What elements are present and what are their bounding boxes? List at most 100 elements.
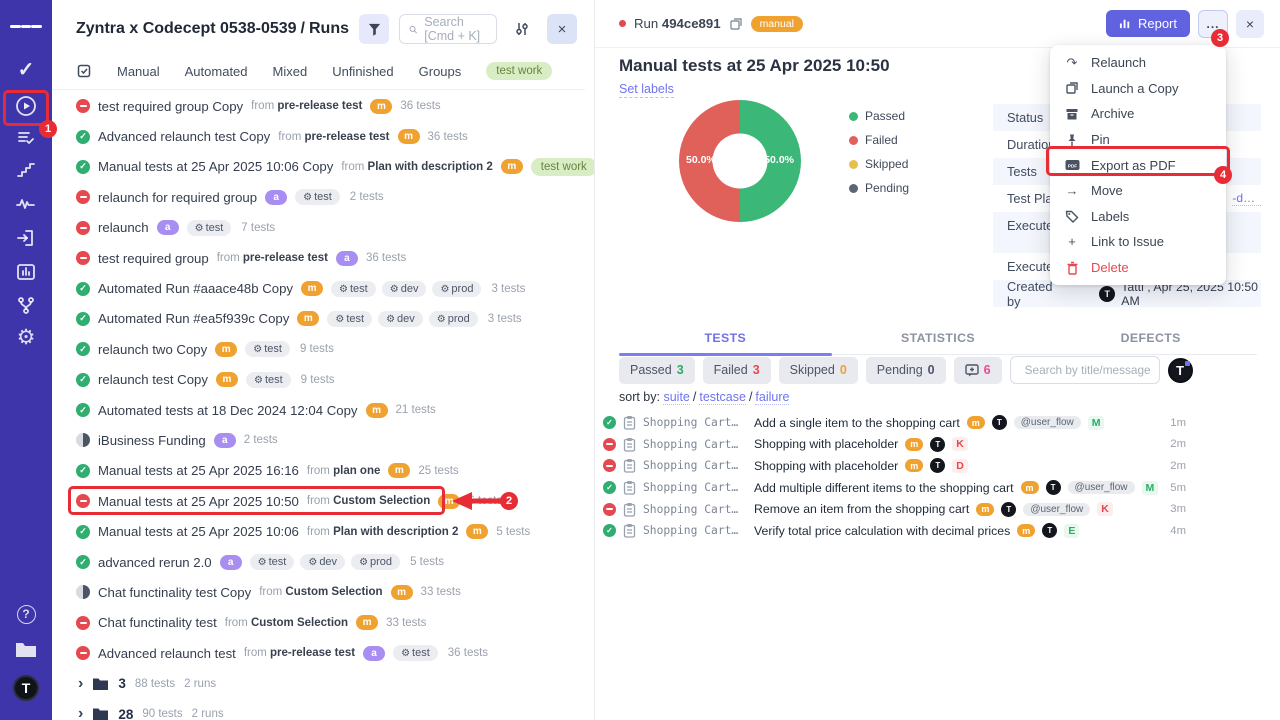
test-row[interactable]: Shopping Cart… Add multiple different it… — [595, 477, 1280, 499]
menu-icon[interactable] — [10, 12, 42, 40]
menu-item-export-as-pdf[interactable]: PDF Export as PDF — [1050, 152, 1226, 178]
detail-tab-statistics[interactable]: STATISTICS — [832, 325, 1045, 354]
tests-search-input[interactable]: Search by title/message — [1010, 356, 1160, 384]
filter-chip-passed[interactable]: Passed3 — [619, 357, 695, 384]
run-list-item[interactable]: relaunch for required group a ⚙test 2 te… — [52, 182, 575, 212]
close-detail-button[interactable]: × — [1236, 10, 1264, 38]
run-list-item[interactable]: test required group from pre-release tes… — [52, 243, 575, 273]
menu-item-launch-a-copy[interactable]: Launch a Copy — [1050, 76, 1226, 102]
testcase-icon — [623, 523, 636, 538]
test-row[interactable]: Shopping Cart… Shopping with placeholder… — [595, 455, 1280, 477]
run-tests-count: 6 tests — [468, 495, 502, 507]
run-list-item[interactable]: relaunch a ⚙test 7 tests — [52, 213, 575, 243]
help-icon[interactable]: ? — [10, 600, 42, 628]
adjustments-button[interactable] — [507, 14, 537, 44]
test-status-icon — [603, 416, 616, 429]
chevron-right-icon[interactable]: › — [78, 676, 83, 692]
play-circle-icon[interactable] — [10, 92, 42, 120]
copy-run-id-icon[interactable] — [729, 17, 743, 31]
runs-tab-manual[interactable]: Manual — [117, 64, 160, 79]
test-duration: 4m — [1170, 525, 1186, 537]
run-name: Advanced relaunch test — [98, 646, 236, 661]
run-list-item[interactable]: Advanced relaunch test from pre-release … — [52, 638, 575, 668]
steps-icon[interactable] — [10, 157, 42, 185]
branch-icon[interactable] — [10, 292, 42, 320]
run-name: Manual tests at 25 Apr 2025 10:06 — [98, 524, 299, 539]
env-chip-test: ⚙test — [331, 281, 376, 297]
run-list-item[interactable]: Chat functinality test from Custom Selec… — [52, 608, 575, 638]
sort-link-suite[interactable]: suite — [663, 390, 689, 405]
run-list-item[interactable]: Manual tests at 25 Apr 2025 10:06 Copy f… — [52, 152, 575, 182]
run-list-item[interactable]: Manual tests at 25 Apr 2025 16:16 from p… — [52, 456, 575, 486]
summary-link-value[interactable]: -d… — [1232, 191, 1261, 206]
runs-tab-automated[interactable]: Automated — [185, 64, 248, 79]
test-row[interactable]: Shopping Cart… Remove an item from the s… — [595, 498, 1280, 520]
run-list-item[interactable]: Automated tests at 18 Dec 2024 12:04 Cop… — [52, 395, 575, 425]
test-row[interactable]: Shopping Cart… Shopping with placeholder… — [595, 434, 1280, 456]
run-plan-origin: from pre-release test — [278, 131, 389, 143]
select-all-icon[interactable] — [76, 63, 92, 79]
detail-tab-tests[interactable]: TESTS — [619, 325, 832, 354]
run-tests-count: 36 tests — [366, 252, 406, 264]
copy-icon — [1064, 81, 1080, 95]
search-icon — [409, 23, 417, 36]
run-group-row[interactable]: › 3 88 tests 2 runs — [52, 668, 575, 698]
run-list-item[interactable]: relaunch test Copy m ⚙test 9 tests — [52, 365, 575, 395]
test-list-icon[interactable] — [10, 124, 42, 152]
gear-icon[interactable]: ⚙ — [10, 323, 42, 351]
run-list-item[interactable]: Manual tests at 25 Apr 2025 10:06 from P… — [52, 516, 575, 546]
runs-search-input[interactable]: Search [Cmd + K] — [399, 14, 497, 44]
pulse-icon[interactable] — [10, 190, 42, 218]
test-title: Shopping with placeholder — [754, 437, 898, 451]
runs-tab-mixed[interactable]: Mixed — [273, 64, 308, 79]
chevron-right-icon[interactable]: › — [78, 706, 83, 720]
results-donut-chart: 50.0% 50.0% — [679, 100, 801, 222]
bar-chart-icon[interactable] — [10, 258, 42, 286]
group-runs-count: 2 runs — [192, 708, 224, 720]
test-row[interactable]: Shopping Cart… Add a single item to the … — [595, 412, 1280, 434]
filter-chip-skipped[interactable]: Skipped0 — [779, 357, 858, 384]
sort-link-failure[interactable]: failure — [755, 390, 789, 405]
menu-item-labels[interactable]: Labels — [1050, 204, 1226, 230]
user-avatar[interactable]: T — [10, 674, 42, 702]
projects-folder-icon[interactable] — [10, 636, 42, 664]
sort-link-testcase[interactable]: testcase — [699, 390, 746, 405]
assignee-filter-avatar[interactable]: T — [1168, 358, 1193, 383]
run-tests-count: 3 tests — [488, 313, 522, 325]
run-group-row[interactable]: › 28 90 tests 2 runs — [52, 699, 575, 720]
check-icon[interactable]: ✓ — [10, 55, 42, 83]
menu-item-relaunch[interactable]: ↷ Relaunch — [1050, 50, 1226, 76]
run-list-item[interactable]: Advanced relaunch test Copy from pre-rel… — [52, 121, 575, 151]
run-list-item[interactable]: iBusiness Funding a 2 tests — [52, 425, 575, 455]
runs-tab-unfinished[interactable]: Unfinished — [332, 64, 393, 79]
test-row[interactable]: Shopping Cart… Verify total price calcul… — [595, 520, 1280, 542]
runs-tab-groups[interactable]: Groups — [419, 64, 462, 79]
run-list-item[interactable]: Automated Run #ea5f939c Copy m ⚙test⚙dev… — [52, 304, 575, 334]
run-list-item[interactable]: test required group Copy from pre-releas… — [52, 91, 575, 121]
run-list-item[interactable]: Chat functinality test Copy from Custom … — [52, 577, 575, 607]
run-list-item[interactable]: relaunch two Copy m ⚙test 9 tests — [52, 334, 575, 364]
comments-filter-chip[interactable]: 6 — [954, 357, 1002, 384]
report-button[interactable]: Report — [1106, 10, 1190, 37]
run-list-item[interactable]: Manual tests at 25 Apr 2025 10:50 from C… — [52, 486, 575, 516]
run-plan-origin: from Plan with description 2 — [307, 526, 458, 538]
testcase-icon — [623, 480, 636, 495]
menu-item-archive[interactable]: Archive — [1050, 101, 1226, 127]
menu-item-link-to-issue[interactable]: + Link to Issue — [1050, 229, 1226, 255]
set-labels-link[interactable]: Set labels — [619, 82, 674, 98]
close-panel-button[interactable]: × — [547, 14, 577, 44]
run-list-item[interactable]: advanced rerun 2.0 a ⚙test⚙dev⚙prod 5 te… — [52, 547, 575, 577]
run-list-item[interactable]: Automated Run #aaace48b Copy m ⚙test⚙dev… — [52, 273, 575, 303]
menu-item-move[interactable]: → Move — [1050, 178, 1226, 204]
filter-chip-failed[interactable]: Failed3 — [703, 357, 771, 384]
filter-button[interactable] — [359, 14, 389, 44]
menu-item-pin[interactable]: Pin — [1050, 127, 1226, 153]
group-name: 3 — [118, 676, 126, 691]
tag-chip-test-work[interactable]: test work — [486, 62, 552, 80]
detail-tab-defects[interactable]: DEFECTS — [1044, 325, 1257, 354]
more-actions-button[interactable]: ... — [1198, 10, 1228, 38]
group-tests-count: 88 tests — [135, 678, 175, 690]
filter-chip-pending[interactable]: Pending0 — [866, 357, 946, 384]
sign-in-icon[interactable] — [10, 224, 42, 252]
menu-item-delete[interactable]: Delete — [1050, 255, 1226, 281]
